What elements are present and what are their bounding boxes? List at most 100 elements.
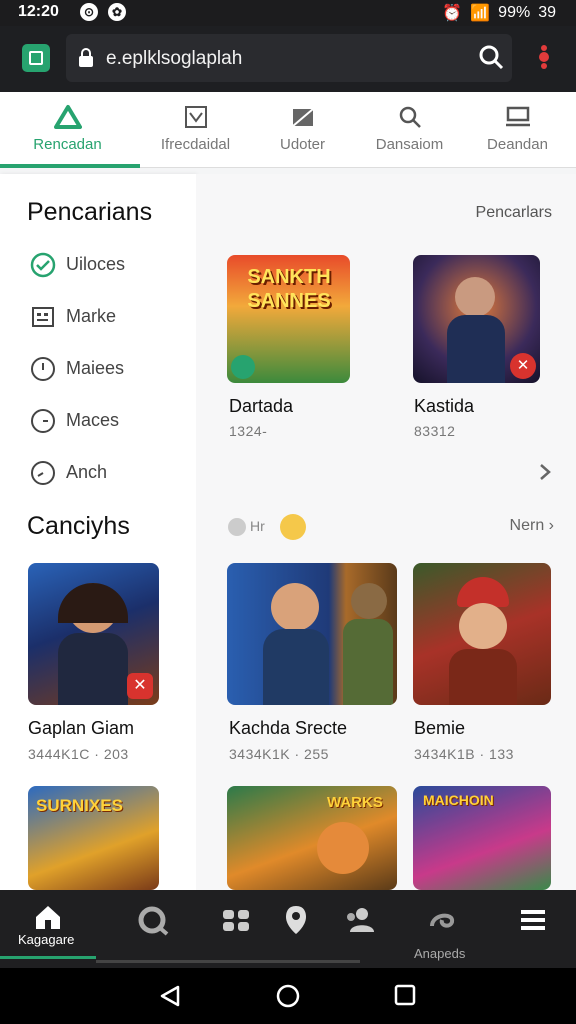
sidebar-item-label: Uiloces [66,254,126,274]
sidebar: Pencarians Uiloces Marke Maiees Maces An… [0,174,196,890]
game-meta: 3434K1K · 255 [229,746,329,762]
tab-label: Ifrecdaidal [160,136,231,153]
game-title: Kachda Srecte [229,718,348,738]
lock-icon [79,48,93,67]
grid-box-icon [32,307,54,327]
check-circle-icon [30,252,56,278]
recents-icon[interactable] [394,984,416,1006]
active-tab-indicator [0,164,140,168]
clock-icon [31,357,55,381]
sidebar-item-label: Marke [66,306,117,326]
thumb-title: SURNIXES [36,796,123,815]
game-meta: 3444K1C · 203 [28,746,129,762]
game-meta: 1324- [229,423,268,439]
badge-icon: ✕ [510,353,536,379]
app-notification-icon: ✿ [108,3,126,21]
game-meta: 3434K1B · 133 [414,746,514,762]
nav-label: Anapeds [414,946,466,961]
more-menu-icon[interactable] [536,42,552,72]
active-nav-indicator [0,956,96,959]
alarm-icon: ⏰ [442,5,463,22]
search-icon [399,106,421,128]
game-title: Dartada [229,396,294,416]
tab-label: Udoter [279,136,326,153]
badge-icon: ✕ [127,673,153,699]
home-icon [36,906,60,929]
game-title: Bemie [414,718,466,738]
nav-home[interactable]: Kagagare [0,890,96,968]
nav-label: Kagagare [18,932,75,947]
section-label: Hr [250,518,265,534]
sidebar-item-maiees[interactable]: Maiees [30,354,190,384]
tab-udoter[interactable]: Udoter [245,92,360,168]
spiral-icon [430,913,454,928]
triangle-icon [53,105,82,129]
sidebar-item-label: Maces [66,410,120,430]
tab-rencadan[interactable]: Rencadan [10,92,125,168]
url-field[interactable]: e.eplklsoglaplah [66,34,512,82]
status-extra: 39 [538,4,556,21]
emoji-icon [280,514,306,540]
game-thumbnail[interactable] [227,563,397,705]
sidebar-item-anch[interactable]: Anch [30,458,190,488]
game-thumbnail[interactable]: SANKTH SANNES [227,255,350,383]
clock-icon [31,409,55,433]
game-title: Gaplan Giam [28,718,135,738]
sidebar-item-uiloces[interactable]: Uiloces [30,250,190,280]
clock-icon [31,461,55,485]
tab-deandan[interactable]: Deandan [460,92,575,168]
bottom-navigation: Kagagare Anapeds [0,890,576,968]
search-icon [138,906,169,936]
nav-games[interactable] [212,890,260,968]
tab-dansaiom[interactable]: Dansaiom [352,92,467,168]
people-icon [347,908,374,932]
chevron-right-icon[interactable] [538,462,552,482]
search-icon[interactable] [478,44,504,70]
status-time: 12:20 [18,3,59,20]
game-title: Kastida [414,396,475,416]
tab-label: Deandan [487,136,548,153]
main-content: Pencarlars SANKTH SANNES Dartada 1324- ✕… [196,174,576,890]
shield-icon [286,906,306,934]
tab-label: Rencadan [33,136,102,153]
system-navigation-bar [0,968,576,1024]
see-more-link[interactable]: Nern › [510,517,554,535]
game-thumbnail[interactable] [413,563,551,705]
checkbox-icon [184,106,207,128]
thumb-title: MAICHOIN [423,792,494,808]
game-thumbnail[interactable]: ✕ [413,255,540,383]
sidebar-title: Pencarians [27,198,153,226]
sidebar-section-title: Canciyhs [27,512,130,540]
see-more-label: Nern [509,517,545,534]
battery-level: 99% [498,4,531,21]
badge-icon [231,355,255,379]
tab-ifrecdaidal[interactable]: Ifrecdaidal [138,92,253,168]
thumb-title: WARKS [327,794,383,811]
status-bar: 12:20 ⊙ ✿ ⏰ 📶 99% 39 [0,0,576,26]
nav-search[interactable] [130,890,178,968]
sidebar-item-label: Anch [66,462,108,482]
game-thumbnail[interactable]: MAICHOIN [413,786,551,890]
laptop-icon [505,106,530,127]
url-text: e.eplklsoglaplah [106,48,243,69]
game-thumbnail[interactable]: ✕ [28,563,159,705]
wifi-icon: 📶 [470,5,491,22]
sidebar-item-marke[interactable]: Marke [30,302,190,332]
browser-toolbar: e.eplklsoglaplah [0,26,576,92]
nav-shield[interactable] [276,890,316,968]
game-thumbnail[interactable]: SURNIXES [28,786,159,890]
thumb-title: SANKTH SANNES [247,266,331,312]
app-logo-icon[interactable] [22,44,50,72]
section-link[interactable]: Pencarlars [476,204,552,222]
game-thumbnail[interactable]: WARKS [227,786,397,890]
tab-label: Dansaiom [375,136,444,153]
nav-menu[interactable] [508,890,558,968]
nav-people[interactable] [336,890,384,968]
back-icon[interactable] [158,984,182,1008]
home-circle-icon[interactable] [276,984,300,1008]
sidebar-item-maces[interactable]: Maces [30,406,190,436]
gamepad-icon [223,910,249,931]
nav-anapeds[interactable]: Anapeds [410,890,474,968]
game-meta: 83312 [414,423,456,439]
category-tabs: Rencadan Ifrecdaidal Udoter Dansaiom Dea… [0,92,576,168]
